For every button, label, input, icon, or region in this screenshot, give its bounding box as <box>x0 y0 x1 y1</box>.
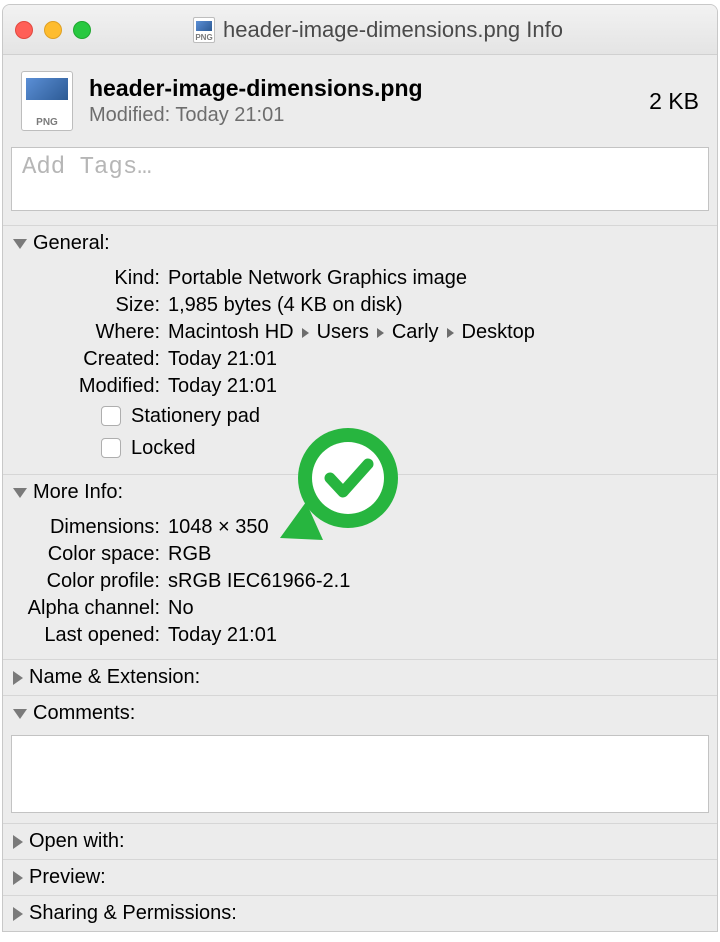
file-icon: PNG <box>193 17 215 43</box>
alpha-value: No <box>168 595 717 622</box>
path-segment: Macintosh HD <box>168 319 294 346</box>
alpha-label: Alpha channel: <box>3 595 168 622</box>
file-size: 2 KB <box>649 88 699 115</box>
chevron-right-icon <box>377 328 384 338</box>
color-space-label: Color space: <box>3 541 168 568</box>
modified-line: Modified: Today 21:01 <box>89 104 649 127</box>
stationery-label: Stationery pad <box>131 400 260 432</box>
tags-area <box>11 147 709 217</box>
more-info-content: Dimensions:1048 × 350 Color space:RGB Co… <box>3 510 717 659</box>
modified-value: Today 21:01 <box>168 373 717 400</box>
section-title: Comments: <box>33 702 135 725</box>
section-toggle-more-info[interactable]: More Info: <box>3 474 717 510</box>
window-title: header-image-dimensions.png Info <box>223 17 563 43</box>
close-button[interactable] <box>15 21 33 39</box>
chevron-right-icon <box>13 871 23 885</box>
modified-label: Modified: <box>3 373 168 400</box>
chevron-down-icon <box>13 488 27 498</box>
modified-value: Today 21:01 <box>175 104 284 126</box>
color-profile-label: Color profile: <box>3 568 168 595</box>
section-toggle-open-with[interactable]: Open with: <box>3 823 717 859</box>
section-title: Preview: <box>29 866 106 889</box>
window-title-wrap: PNG header-image-dimensions.png Info <box>51 17 705 43</box>
section-toggle-sharing[interactable]: Sharing & Permissions: <box>3 895 717 931</box>
summary-row: PNG header-image-dimensions.png Modified… <box>3 55 717 147</box>
chevron-down-icon <box>13 709 27 719</box>
kind-label: Kind: <box>3 265 168 292</box>
modified-label: Modified: <box>89 104 170 126</box>
section-title: General: <box>33 232 110 255</box>
comments-input[interactable] <box>11 735 709 813</box>
created-label: Created: <box>3 346 168 373</box>
stationery-row[interactable]: Stationery pad <box>3 400 717 432</box>
chevron-right-icon <box>13 671 23 685</box>
last-opened-value: Today 21:01 <box>168 622 717 649</box>
dimensions-value: 1048 × 350 <box>168 514 717 541</box>
path-segment: Carly <box>392 319 439 346</box>
get-info-window: PNG header-image-dimensions.png Info PNG… <box>2 4 718 932</box>
locked-label: Locked <box>131 432 196 464</box>
dimensions-label: Dimensions: <box>3 514 168 541</box>
tags-input[interactable] <box>11 147 709 211</box>
filename: header-image-dimensions.png <box>89 75 649 102</box>
chevron-down-icon <box>13 239 27 249</box>
path-segment: Desktop <box>462 319 535 346</box>
general-content: Kind:Portable Network Graphics image Siz… <box>3 261 717 474</box>
where-label: Where: <box>3 319 168 346</box>
chevron-right-icon <box>447 328 454 338</box>
titlebar: PNG header-image-dimensions.png Info <box>3 5 717 55</box>
chevron-right-icon <box>13 907 23 921</box>
size-value: 1,985 bytes (4 KB on disk) <box>168 292 717 319</box>
chevron-right-icon <box>302 328 309 338</box>
path-segment: Users <box>317 319 369 346</box>
created-value: Today 21:01 <box>168 346 717 373</box>
chevron-right-icon <box>13 835 23 849</box>
locked-row[interactable]: Locked <box>3 432 717 464</box>
section-toggle-comments[interactable]: Comments: <box>3 695 717 731</box>
section-title: Sharing & Permissions: <box>29 902 237 925</box>
section-title: Name & Extension: <box>29 666 200 689</box>
file-icon: PNG <box>21 71 73 131</box>
checkbox-icon[interactable] <box>101 406 121 426</box>
last-opened-label: Last opened: <box>3 622 168 649</box>
section-title: More Info: <box>33 481 123 504</box>
section-toggle-preview[interactable]: Preview: <box>3 859 717 895</box>
section-title: Open with: <box>29 830 125 853</box>
color-profile-value: sRGB IEC61966-2.1 <box>168 568 717 595</box>
checkbox-icon[interactable] <box>101 438 121 458</box>
section-toggle-general[interactable]: General: <box>3 225 717 261</box>
where-value: Macintosh HD Users Carly Desktop <box>168 319 717 346</box>
color-space-value: RGB <box>168 541 717 568</box>
section-toggle-name-extension[interactable]: Name & Extension: <box>3 659 717 695</box>
size-label: Size: <box>3 292 168 319</box>
kind-value: Portable Network Graphics image <box>168 265 717 292</box>
